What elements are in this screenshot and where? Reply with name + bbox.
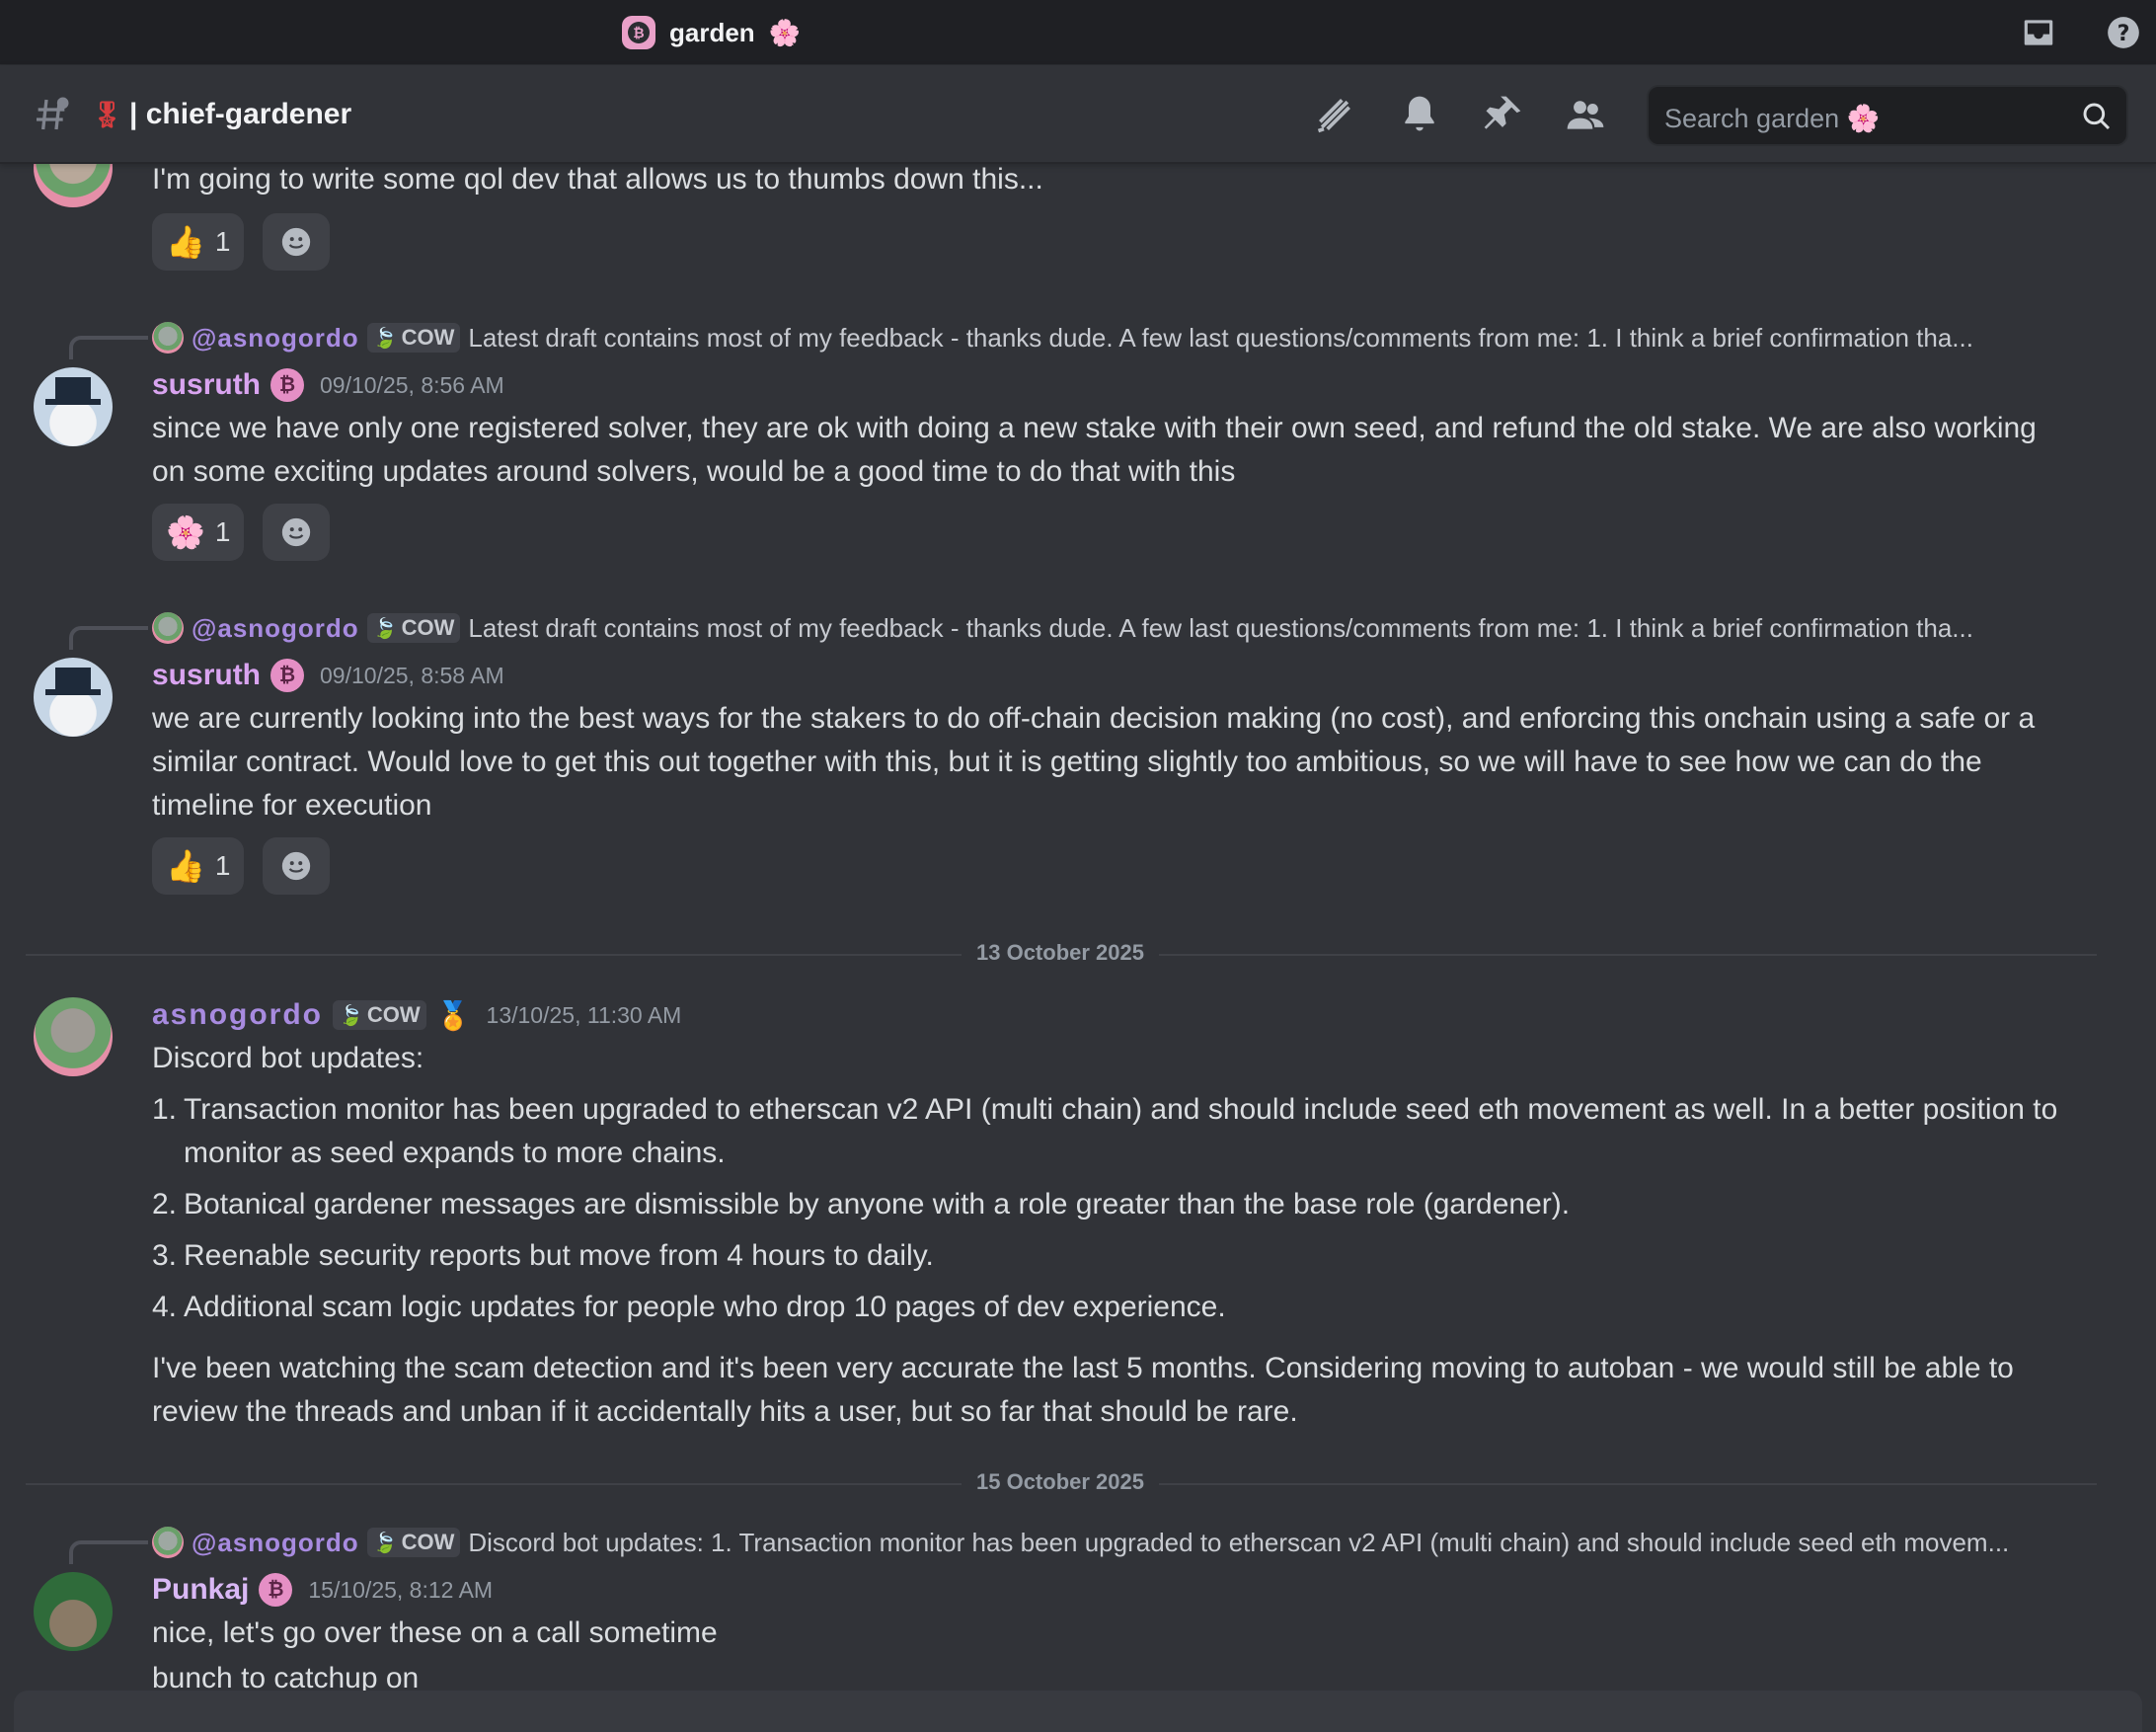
reaction-emoji: 🌸 [166,514,205,550]
leaf-icon: 🍃 [372,617,398,640]
list-item: 2. Botanical gardener messages are dismis… [152,1188,1571,1220]
avatar[interactable] [34,997,113,1076]
author-name[interactable]: asnogordo [152,998,323,1032]
reply-mention[interactable]: @asnogordo [192,1528,359,1558]
reply-text: Discord bot updates: 1. Transaction moni… [468,1527,2010,1557]
date-divider-label: 13 October 2025 [962,940,1159,966]
message-header: susruth ₿ 09/10/25, 8:58 AM [152,654,504,697]
reaction-thumbs-up[interactable]: 👍 1 [152,213,245,271]
search-placeholder: Search garden 🌸 [1664,104,1881,133]
reply-preview[interactable]: @asnogordo 🍃 COW Latest draft contains mo… [152,608,2067,648]
smile-icon [281,851,311,881]
reply-avatar [152,612,184,644]
pin-icon[interactable] [1481,93,1524,136]
timestamp: 09/10/25, 8:56 AM [320,371,504,398]
author-name[interactable]: susruth [152,659,261,692]
author-name[interactable]: susruth [152,368,261,402]
reaction-count: 1 [214,226,231,257]
channel-name: 🎖 | chief-gardener [91,95,351,134]
members-icon[interactable] [1564,93,1607,136]
avatar[interactable] [34,658,113,737]
reaction-emoji: 👍 [166,848,205,884]
reply-text: Latest draft contains most of my feedbac… [468,612,1973,643]
leaf-icon: 🍃 [339,1004,363,1027]
message-list[interactable]: I'm going to write some qol dev that all… [0,164,2156,1691]
leaf-icon: 🍃 [372,1532,398,1554]
reply-avatar [152,1527,184,1558]
list-item: 1. Transaction monitor has been upgraded … [152,1093,2058,1169]
update-list: 1. Transaction monitor has been upgraded … [152,1088,2067,1337]
reply-text: Latest draft contains most of my feedbac… [468,322,1973,353]
avatar[interactable] [34,164,113,207]
reaction-emoji: 👍 [166,224,205,260]
server-title[interactable]: ₿ garden 🌸 [622,14,801,51]
timestamp: 09/10/25, 8:58 AM [320,662,504,688]
list-item: 4. Additional scam logic updates for peop… [152,1291,1226,1323]
smile-icon [281,227,311,257]
add-reaction-button[interactable] [263,213,330,271]
message-text: we are currently looking into the best w… [152,702,2036,822]
message-intro: Discord bot updates: [152,1042,424,1074]
message-text: nice, let's go over these on a call some… [152,1616,718,1649]
avatar[interactable] [34,1572,113,1651]
threads-icon[interactable] [1313,93,1356,136]
medal-badge-icon: 🏅 [435,999,471,1031]
guild-tag: 🍃 COW [366,613,461,643]
add-reaction-button[interactable] [263,837,330,895]
title-bar: ₿ garden 🌸 ? [0,0,2156,65]
message-header: Punkaj ₿ 15/10/25, 8:12 AM [152,1568,493,1612]
reply-mention[interactable]: @asnogordo [192,613,359,644]
bitcoin-badge-icon: ₿ [270,368,305,402]
medal-icon: 🎖 [91,99,124,129]
reaction-flower[interactable]: 🌸 1 [152,504,245,561]
guild-tag: 🍃 COW [366,323,461,353]
reply-preview[interactable]: @asnogordo 🍃 COW Discord bot updates: 1. … [152,1523,2067,1562]
reply-connector [69,1540,148,1564]
server-emoji: 🌸 [768,17,802,47]
bitcoin-badge-icon: ₿ [270,659,305,692]
svg-text:?: ? [2118,21,2130,46]
timestamp: 13/10/25, 11:30 AM [486,1001,682,1028]
bitcoin-badge-icon: ₿ [259,1573,293,1607]
reply-connector [69,626,148,650]
channel-hash-icon [37,97,69,130]
inbox-icon[interactable] [2020,14,2057,51]
help-icon[interactable]: ? [2105,14,2142,51]
search-icon[interactable] [2081,101,2113,132]
author-name[interactable]: Punkaj [152,1573,249,1607]
reaction-thumbs-up[interactable]: 👍 1 [152,837,245,895]
smile-icon [281,517,311,547]
avatar[interactable] [34,367,113,446]
avatar-hat-icon [45,668,101,695]
add-reaction-button[interactable] [263,504,330,561]
server-icon: ₿ [622,16,655,49]
avatar-hat-icon [45,377,101,405]
channel-header: 🎖 | chief-gardener Search garden 🌸 [0,65,2156,164]
message-header: susruth ₿ 09/10/25, 8:56 AM [152,363,504,407]
search-input[interactable]: Search garden 🌸 [1647,85,2128,146]
date-divider-label: 15 October 2025 [962,1469,1159,1495]
leaf-icon: 🍃 [372,327,398,350]
server-name: garden [669,17,755,47]
message-header: asnogordo 🍃 COW 🏅 13/10/25, 11:30 AM [152,993,681,1037]
message-text: since we have only one registered solver… [152,412,2037,488]
timestamp: 15/10/25, 8:12 AM [308,1576,494,1603]
reply-mention[interactable]: @asnogordo [192,323,359,354]
reaction-count: 1 [214,516,231,547]
message-composer[interactable] [14,1691,2142,1732]
guild-tag: 🍃 COW [333,1000,426,1030]
list-item: 3. Reenable security reports but move fro… [152,1239,934,1272]
reply-preview[interactable]: @asnogordo 🍃 COW Latest draft contains mo… [152,318,2067,357]
message-text: bunch to catchup on [152,1662,420,1691]
message-text: I've been watching the scam detection an… [152,1352,2014,1428]
message-text: I'm going to write some qol dev that all… [152,164,1043,196]
guild-tag: 🍃 COW [366,1528,461,1557]
reply-connector [69,336,148,359]
channel-name-text: | chief-gardener [129,98,352,130]
bell-icon[interactable] [1398,93,1441,136]
reaction-count: 1 [214,850,231,881]
reply-avatar [152,322,184,354]
